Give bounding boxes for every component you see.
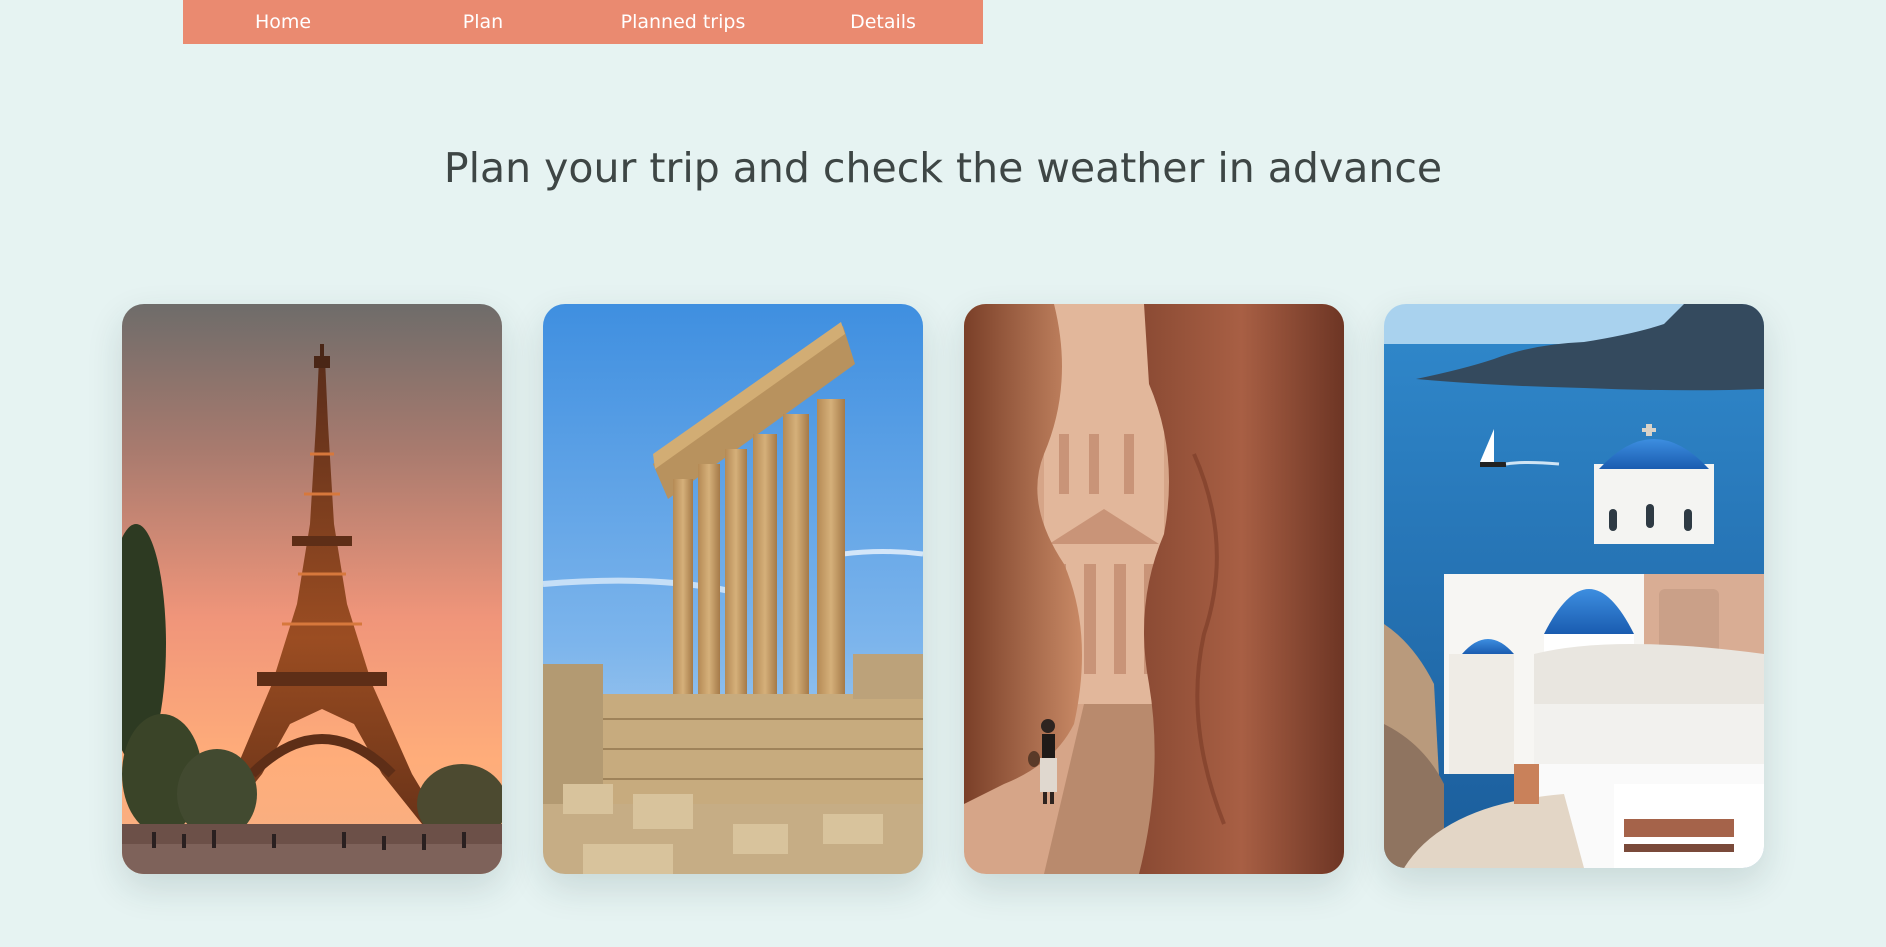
top-navigation: Home Plan Planned trips Details [183, 0, 983, 44]
page-title: Plan your trip and check the weather in … [443, 144, 1443, 192]
eiffel-tower-image [122, 304, 502, 874]
nav-planned-trips[interactable]: Planned trips [583, 11, 783, 33]
destination-cards [122, 304, 1764, 874]
nav-details[interactable]: Details [783, 11, 983, 33]
destination-card-baalbek[interactable] [543, 304, 923, 874]
petra-canyon-image [964, 304, 1344, 874]
destination-card-paris[interactable] [122, 304, 502, 874]
temple-columns-image [543, 304, 923, 874]
destination-card-santorini[interactable] [1384, 304, 1764, 868]
destination-card-petra[interactable] [964, 304, 1344, 874]
santorini-image [1384, 304, 1764, 868]
nav-plan[interactable]: Plan [383, 11, 583, 33]
nav-home[interactable]: Home [183, 11, 383, 33]
